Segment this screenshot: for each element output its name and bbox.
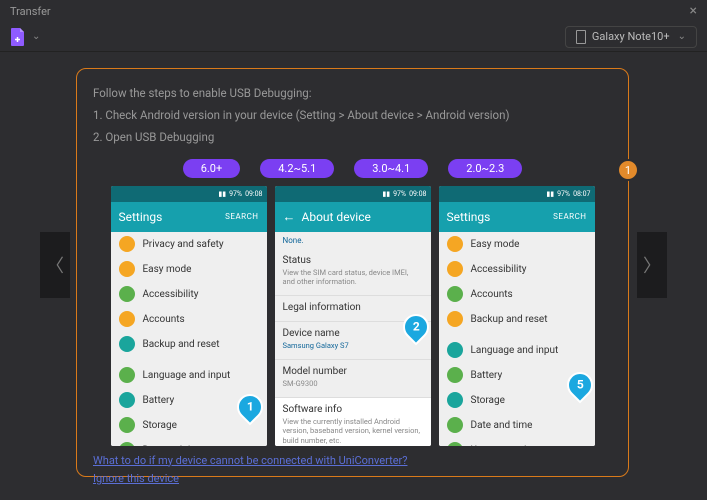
list-item-label: User manual: [471, 445, 527, 446]
list-item: Date and time: [439, 413, 595, 438]
list-item: Backup and reset: [439, 307, 595, 332]
window-title: Transfer: [10, 5, 51, 18]
close-icon[interactable]: ×: [690, 3, 697, 19]
setting-icon: [447, 311, 463, 327]
instruction-line: 1. Check Android version in your device …: [93, 105, 612, 127]
list-item: Accounts: [439, 282, 595, 307]
step-marker-5: 5: [567, 372, 593, 404]
setting-icon: [119, 417, 135, 433]
list-item-label: Date and time: [471, 420, 533, 431]
section-title: Device name: [283, 328, 423, 339]
list-item-label: Backup and reset: [471, 314, 548, 325]
toolbar: ⌄ Galaxy Note10+ ⌄: [0, 22, 707, 52]
list-item-label: Privacy and safety: [143, 239, 224, 250]
setting-icon: [447, 236, 463, 252]
section-title: Software info: [283, 404, 423, 415]
section-title: Status: [283, 255, 423, 266]
list-item: Easy mode: [111, 257, 267, 282]
next-arrow[interactable]: 〉: [637, 232, 667, 298]
tab-20-23[interactable]: 2.0~2.3: [448, 159, 522, 178]
tab-30-41[interactable]: 3.0~4.1: [354, 159, 428, 178]
setting-icon: [119, 236, 135, 252]
list-item: Language and input: [439, 338, 595, 363]
setting-icon: [119, 442, 135, 446]
list-item-label: Accessibility: [143, 289, 199, 300]
list-item-label: Storage: [143, 420, 177, 431]
tab-42-51[interactable]: 4.2~5.1: [260, 159, 334, 178]
section-title: Model number: [283, 366, 423, 377]
chevron-down-icon: ⌄: [678, 31, 686, 42]
list-item-label: Easy mode: [143, 264, 192, 275]
step-marker-2: 2: [403, 314, 429, 346]
version-tabs: 6.0+ 4.2~5.1 3.0~4.1 2.0~2.3: [93, 159, 612, 178]
instruction-line: 2. Open USB Debugging: [93, 127, 612, 149]
setting-icon: [447, 342, 463, 358]
device-picker[interactable]: Galaxy Note10+ ⌄: [565, 26, 697, 48]
list-item-label: Battery: [471, 370, 503, 381]
section-subtitle: View the SIM card status, device IMEI, a…: [283, 268, 423, 288]
phone-icon: [576, 30, 586, 44]
device-name: Galaxy Note10+: [592, 30, 670, 43]
list-item-label: Easy mode: [471, 239, 520, 250]
setting-icon: [447, 261, 463, 277]
list-item-label: Language and input: [471, 345, 559, 356]
setting-icon: [447, 417, 463, 433]
add-file-button[interactable]: ⌄: [10, 28, 40, 46]
list-item: Backup and reset: [111, 332, 267, 357]
setting-icon: [447, 286, 463, 302]
prev-arrow[interactable]: 〈: [40, 232, 70, 298]
list-item-label: Date and time: [143, 445, 205, 446]
step-marker-1: 1: [237, 394, 263, 426]
step-badge: 1: [617, 159, 639, 181]
screenshot-about-device: ▮▮97%09:08 ←About device None. StatusVie…: [275, 186, 431, 446]
setting-icon: [119, 286, 135, 302]
list-item: Easy mode: [439, 232, 595, 257]
setting-icon: [119, 367, 135, 383]
list-item-label: Backup and reset: [143, 339, 220, 350]
screenshot-settings-2: ▮▮97%08:07 SettingsSEARCH Easy modeAcces…: [439, 186, 595, 446]
help-link[interactable]: What to do if my device cannot be connec…: [93, 452, 612, 471]
about-section: Software info View the currently installe…: [275, 398, 431, 446]
list-item: Accounts: [111, 307, 267, 332]
instruction-line: Follow the steps to enable USB Debugging…: [93, 83, 612, 105]
list-item: User manual: [439, 438, 595, 446]
list-item-label: Battery: [143, 395, 175, 406]
list-item: Accessibility: [111, 282, 267, 307]
file-plus-icon: [10, 28, 26, 46]
list-item: Date and time: [111, 438, 267, 446]
section-subtitle: Samsung Galaxy S7: [283, 341, 423, 351]
list-item: Language and input: [111, 363, 267, 388]
about-section: Model number SM-G9300: [275, 360, 431, 398]
setting-icon: [119, 336, 135, 352]
back-icon: ←: [283, 209, 296, 225]
tab-60plus[interactable]: 6.0+: [183, 159, 241, 178]
list-item: Accessibility: [439, 257, 595, 282]
list-item-label: Accessibility: [471, 264, 527, 275]
list-item: Privacy and safety: [111, 232, 267, 257]
setting-icon: [119, 261, 135, 277]
about-section: Status View the SIM card status, device I…: [275, 249, 431, 297]
setting-icon: [119, 392, 135, 408]
section-subtitle: View the currently installed Android ver…: [283, 417, 423, 446]
setting-icon: [447, 367, 463, 383]
instruction-panel: 1 Follow the steps to enable USB Debuggi…: [76, 68, 629, 477]
list-item-label: Storage: [471, 395, 505, 406]
setting-icon: [119, 311, 135, 327]
section-title: Legal information: [283, 302, 423, 313]
list-item-label: Accounts: [471, 289, 513, 300]
list-item-label: Language and input: [143, 370, 231, 381]
ignore-device-link[interactable]: Ignore this device: [93, 470, 612, 489]
setting-icon: [447, 442, 463, 446]
section-subtitle: SM-G9300: [283, 379, 423, 389]
setting-icon: [447, 392, 463, 408]
chevron-down-icon: ⌄: [32, 31, 40, 42]
screenshot-settings-1: ▮▮97%09:08 SettingsSEARCH Privacy and sa…: [111, 186, 267, 446]
list-item-label: Accounts: [143, 314, 185, 325]
